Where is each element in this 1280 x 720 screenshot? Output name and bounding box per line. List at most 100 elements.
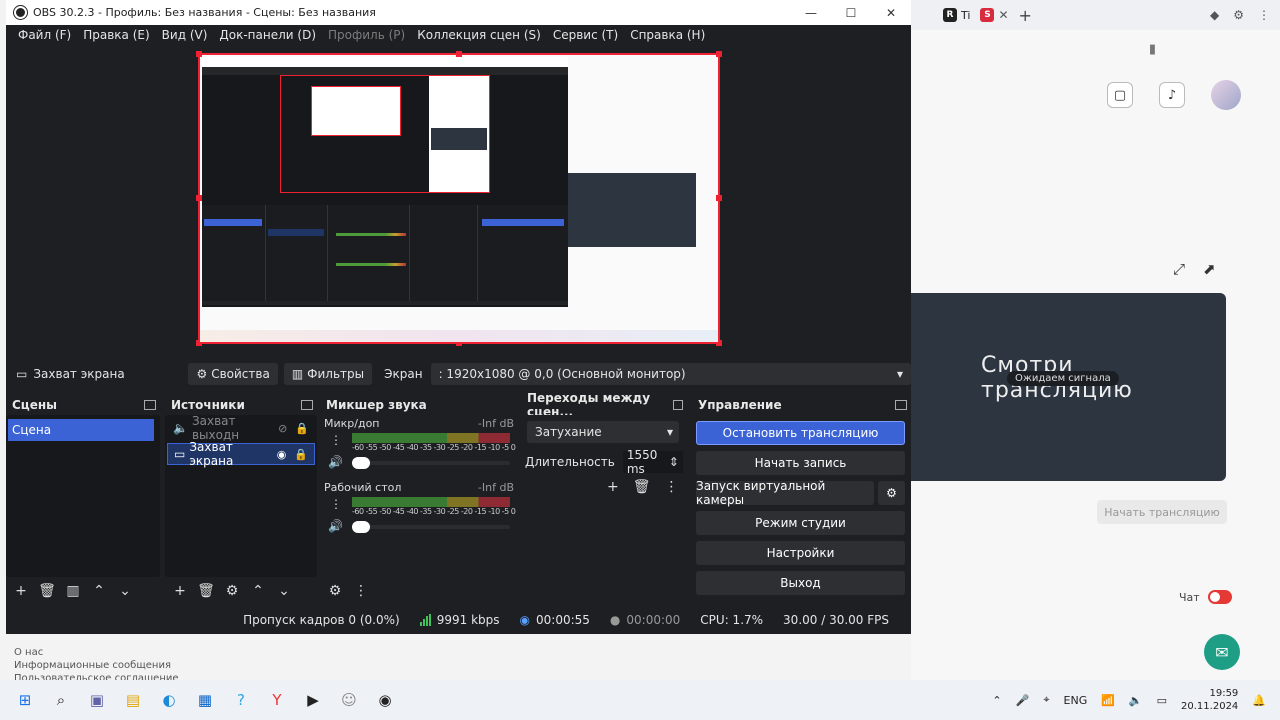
maximize-icon[interactable]: ☐	[831, 6, 871, 20]
notifications-icon[interactable]: ▢	[1107, 82, 1133, 108]
volume-icon[interactable]: 🔈	[1129, 694, 1143, 707]
avatar[interactable]	[1211, 80, 1241, 110]
menu-help[interactable]: Справка (H)	[624, 28, 711, 42]
search-icon[interactable]: ⌕	[50, 689, 72, 711]
footer-link[interactable]: Информационные сообщения	[14, 659, 179, 672]
transition-select[interactable]: Затухание ▾	[527, 421, 679, 443]
spin-arrows-icon[interactable]: ⇕	[669, 455, 679, 469]
footer-link[interactable]: О нас	[14, 646, 179, 659]
obs-taskbar-icon[interactable]: ◉	[374, 689, 396, 711]
menu-scene-collection[interactable]: Коллекция сцен (S)	[411, 28, 547, 42]
undock-icon[interactable]	[672, 400, 683, 410]
trash-icon[interactable]: 🗑	[36, 580, 58, 602]
volume-slider[interactable]	[352, 457, 510, 469]
screen-select[interactable]: : 1920x1080 @ 0,0 (Основной монитор) ▾	[430, 363, 911, 385]
edge-browser-icon[interactable]: ◐	[158, 689, 180, 711]
fps-status: 30.00 / 30.00 FPS	[783, 613, 889, 627]
help-icon[interactable]: ?	[230, 689, 252, 711]
media-player-icon[interactable]: ▶	[302, 689, 324, 711]
chat-toggle[interactable]	[1207, 590, 1232, 604]
channel-db: -Inf dB	[477, 481, 514, 494]
source-item[interactable]: 🔈 Захват выходн ⊘ 🔒	[167, 414, 315, 442]
file-explorer-icon[interactable]: ▤	[122, 689, 144, 711]
battery-icon[interactable]: ▭	[1157, 694, 1167, 707]
studio-mode-button[interactable]: Режим студии	[696, 511, 905, 535]
virtual-camera-button[interactable]: Запуск виртуальной камеры	[696, 479, 874, 507]
source-item[interactable]: ▭ Захват экрана ◉ 🔒	[167, 440, 315, 468]
bell-icon[interactable]: ♪	[1159, 82, 1185, 108]
game-app-icon[interactable]: ☺	[338, 689, 360, 711]
share-icon[interactable]: ⤢	[1173, 260, 1185, 278]
trash-icon[interactable]: 🗑	[633, 479, 651, 495]
chat-app-icon[interactable]: ▣	[86, 689, 108, 711]
filter-icon[interactable]: ▥	[62, 580, 84, 602]
menu-docks[interactable]: Док-панели (D)	[213, 28, 322, 42]
add-icon[interactable]: +	[169, 580, 191, 602]
external-link-icon[interactable]: ⬈	[1203, 260, 1216, 278]
start-stream-button[interactable]: Начать трансляцию	[1097, 500, 1227, 524]
more-icon[interactable]: ⋮	[665, 479, 679, 495]
menu-profile[interactable]: Профиль (P)	[322, 28, 411, 42]
speaker-icon[interactable]: 🔊	[328, 455, 343, 469]
lock-icon[interactable]: 🔒	[294, 448, 308, 461]
nested-preview-inner2	[311, 86, 401, 136]
properties-button[interactable]: ⚙ Свойства	[188, 363, 278, 385]
gear-icon[interactable]: ⚙	[221, 580, 243, 602]
volume-slider[interactable]	[352, 521, 510, 533]
clock[interactable]: 19:59 20.11.2024	[1181, 687, 1238, 713]
bookmark-icon[interactable]: ◆	[1210, 8, 1219, 22]
gear-icon[interactable]: ⚙	[324, 580, 346, 602]
wifi-icon[interactable]: 📶	[1101, 694, 1115, 707]
new-tab-icon[interactable]: +	[1019, 6, 1032, 25]
start-recording-button[interactable]: Начать запись	[696, 451, 905, 475]
language-indicator[interactable]: ENG	[1064, 694, 1088, 707]
help-chat-icon[interactable]: ✉	[1204, 634, 1240, 670]
stop-stream-button[interactable]: Остановить трансляцию	[696, 421, 905, 445]
slider-knob[interactable]	[352, 457, 370, 469]
close-icon[interactable]: ✕	[871, 6, 911, 20]
settings-button[interactable]: Настройки	[696, 541, 905, 565]
channel-menu-icon[interactable]: ⋮	[330, 433, 342, 447]
notifications-icon[interactable]: 🔔	[1252, 694, 1266, 707]
menu-edit[interactable]: Правка (E)	[77, 28, 155, 42]
yandex-browser-icon[interactable]: Y	[266, 689, 288, 711]
virtual-camera-gear-icon[interactable]: ⚙	[878, 481, 905, 505]
store-icon[interactable]: ▦	[194, 689, 216, 711]
undock-icon[interactable]	[895, 400, 907, 410]
close-tab-icon[interactable]: ✕	[998, 8, 1008, 22]
undock-icon[interactable]	[301, 400, 313, 410]
slider-knob[interactable]	[352, 521, 370, 533]
undock-icon[interactable]	[144, 400, 156, 410]
microphone-icon[interactable]: 🎤	[1016, 694, 1030, 707]
arrow-down-icon[interactable]: ⌄	[114, 580, 136, 602]
menu-icon[interactable]: ⋮	[1258, 8, 1270, 22]
scene-item[interactable]: Сцена	[8, 419, 154, 441]
channel-menu-icon[interactable]: ⋮	[330, 497, 342, 511]
duration-spinbox[interactable]: 1550 ms ⇕	[622, 448, 683, 476]
exit-button[interactable]: Выход	[696, 571, 905, 595]
filters-button[interactable]: ▥ Фильтры	[283, 363, 373, 385]
browser-tab[interactable]: R Ti	[943, 8, 970, 22]
arrow-up-icon[interactable]: ⌃	[247, 580, 269, 602]
eye-hidden-icon[interactable]: ⊘	[278, 422, 287, 435]
add-icon[interactable]: +	[10, 580, 32, 602]
lock-icon[interactable]: 🔒	[295, 422, 309, 435]
more-icon[interactable]: ⋮	[350, 580, 372, 602]
arrow-up-icon[interactable]: ⌃	[88, 580, 110, 602]
location-icon[interactable]: ⌖	[1043, 693, 1049, 707]
speaker-icon[interactable]: 🔊	[328, 519, 343, 533]
windows-start-icon[interactable]: ⊞	[14, 689, 36, 711]
preview-canvas[interactable]	[196, 51, 722, 346]
eye-icon[interactable]: ◉	[277, 448, 287, 461]
browser-tab-active[interactable]: S ✕	[980, 8, 1009, 22]
trash-icon[interactable]: 🗑	[195, 580, 217, 602]
arrow-down-icon[interactable]: ⌄	[273, 580, 295, 602]
minimize-icon[interactable]: —	[791, 6, 831, 20]
menu-file[interactable]: Файл (F)	[12, 28, 77, 42]
menu-tools[interactable]: Сервис (T)	[547, 28, 624, 42]
extensions-icon[interactable]: ⚙	[1233, 8, 1244, 22]
chevron-up-icon[interactable]: ⌃	[992, 694, 1001, 707]
menu-view[interactable]: Вид (V)	[156, 28, 214, 42]
bookmark-flag-icon[interactable]: ▮	[1149, 42, 1156, 57]
add-icon[interactable]: +	[607, 479, 619, 495]
